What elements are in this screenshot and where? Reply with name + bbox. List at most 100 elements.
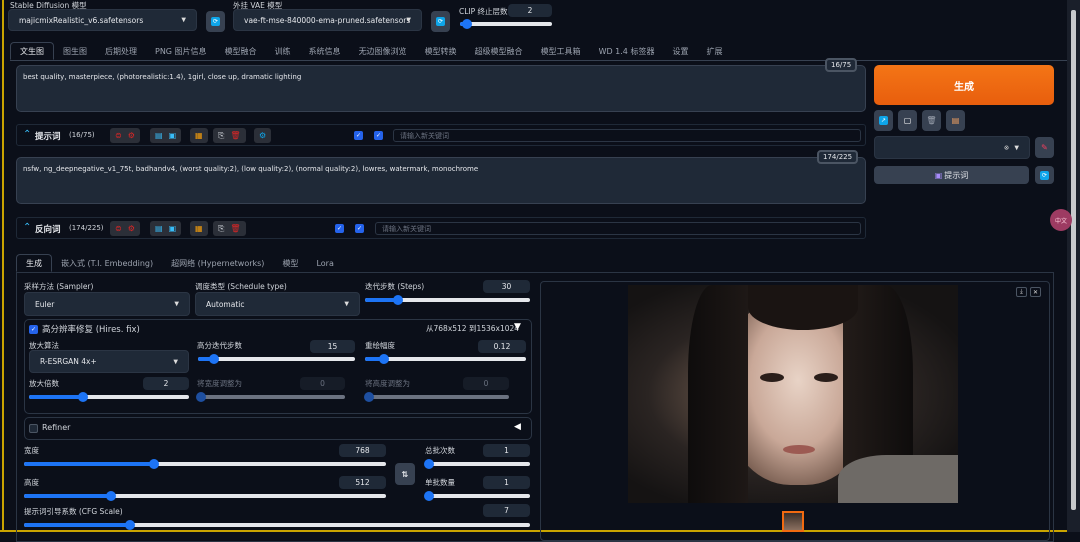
prompt-button[interactable]: ▣ 提示词 [874, 166, 1029, 184]
edit-style-button[interactable]: ✎ [1035, 137, 1054, 158]
width-label: 宽度 [24, 446, 39, 455]
settings-red-icon[interactable]: ⚙ [128, 224, 135, 233]
clipboard-icon: ▤ [951, 116, 960, 125]
generated-image[interactable] [628, 285, 958, 503]
steps-slider[interactable] [365, 295, 530, 305]
keyword-checkbox[interactable]: ✓ [374, 131, 383, 140]
collapse-icon[interactable]: ⌃ [23, 222, 31, 233]
steps-input[interactable]: 30 [483, 280, 530, 293]
negative-option-checkbox[interactable]: ✓ [335, 224, 344, 233]
swap-dimensions-button[interactable]: ⇅ [395, 463, 415, 485]
refresh-model-button[interactable]: ⟳ [206, 11, 225, 32]
subtab-0[interactable]: 生成 [16, 254, 52, 272]
clear-icon[interactable]: ⊜ [115, 131, 122, 140]
width-slider[interactable] [24, 459, 386, 469]
batch-size-slider[interactable] [424, 491, 530, 501]
hires-fix-checkbox[interactable]: ✓ [29, 325, 38, 334]
tab-4[interactable]: 模型融合 [216, 42, 266, 60]
schedule-dropdown[interactable]: Automatic ▼ [195, 292, 360, 316]
denoise-input[interactable]: 0.12 [478, 340, 526, 353]
tab-8[interactable]: 模型转换 [416, 42, 466, 60]
width-input[interactable]: 768 [339, 444, 386, 457]
upscaler-dropdown[interactable]: R-ESRGAN 4x+ ▼ [29, 350, 189, 373]
translate-badge[interactable]: 中文 [1050, 209, 1072, 231]
resize-width-slider[interactable] [195, 392, 345, 402]
tab-11[interactable]: WD 1.4 标签器 [590, 42, 664, 60]
tab-12[interactable]: 设置 [663, 42, 697, 60]
refresh-vae-button[interactable]: ⟳ [431, 11, 450, 32]
trash-icon[interactable]: 🗑 [230, 224, 240, 233]
sd-model-dropdown[interactable]: majicmixRealistic_v6.safetensors ▼ [8, 9, 197, 31]
paste-style-button[interactable]: ▤ [946, 110, 965, 131]
cfg-input[interactable]: 7 [483, 504, 530, 517]
clip-skip-input[interactable]: 2 [508, 4, 552, 17]
trash-icon[interactable]: 🗑 [230, 131, 240, 140]
subtab-4[interactable]: Lora [307, 254, 342, 272]
tab-9[interactable]: 超级模型融合 [466, 42, 532, 60]
hires-steps-slider[interactable] [198, 354, 355, 364]
save-icon[interactable]: ▣ [169, 131, 177, 140]
close-icon[interactable]: ✕ [1030, 287, 1041, 297]
batch-count-slider[interactable] [424, 459, 530, 469]
settings-red-icon[interactable]: ⚙ [128, 131, 135, 140]
tab-13[interactable]: 扩展 [697, 42, 731, 60]
prompt-textarea[interactable]: best quality, masterpiece, (photorealist… [16, 65, 866, 112]
subtab-3[interactable]: 模型 [273, 254, 307, 272]
refresh-button[interactable]: ⟳ [1035, 166, 1054, 184]
load-icon[interactable]: ▤ [155, 224, 163, 233]
subtab-2[interactable]: 超网络 (Hypernetworks) [162, 254, 273, 272]
load-icon[interactable]: ▤ [155, 131, 163, 140]
translate-icon[interactable]: ▦ [195, 131, 203, 140]
batch-size-input[interactable]: 1 [483, 476, 530, 489]
sampler-dropdown[interactable]: Euler ▼ [24, 292, 190, 316]
height-slider[interactable] [24, 491, 386, 501]
tab-3[interactable]: PNG 图片信息 [146, 42, 216, 60]
clear-style-button[interactable]: 🗑 [922, 110, 941, 131]
expand-triangle-icon[interactable]: ◀ [514, 422, 521, 432]
upscale-by-slider[interactable] [29, 392, 189, 402]
copy-icon[interactable]: ⎘ [218, 224, 224, 234]
height-input[interactable]: 512 [339, 476, 386, 489]
tab-6[interactable]: 系统信息 [300, 42, 350, 60]
download-icon[interactable]: ⤓ [1016, 287, 1027, 297]
style-dropdown[interactable]: ⊗ ▼ [874, 136, 1030, 159]
prompt-keyword-input[interactable]: 请输入新关键词 [393, 129, 861, 142]
page-scrollbar[interactable] [1067, 0, 1080, 532]
resize-width-input[interactable]: 0 [300, 377, 345, 390]
prompt-label: 提示词 [35, 132, 61, 142]
clip-skip-slider[interactable] [460, 19, 552, 29]
schedule-value: Automatic [206, 299, 245, 309]
save-icon[interactable]: ▣ [169, 224, 177, 233]
tab-5[interactable]: 训练 [266, 42, 300, 60]
translate-icon[interactable]: ▦ [195, 224, 203, 233]
negative-keyword-input[interactable]: 请输入新关键词 [375, 222, 861, 235]
apply-style-button[interactable]: ↗ [874, 110, 893, 131]
clear-icon[interactable]: ⊜ [115, 224, 122, 233]
copy-style-button[interactable]: ▢ [898, 110, 917, 131]
denoise-slider[interactable] [365, 354, 526, 364]
network-icon[interactable]: ⚙ [259, 131, 266, 140]
image-thumbnail[interactable] [782, 511, 804, 532]
tab-2[interactable]: 后期处理 [96, 42, 146, 60]
copy-icon[interactable]: ⎘ [218, 131, 224, 141]
collapse-triangle-icon[interactable]: ▼ [514, 322, 521, 332]
resize-height-input[interactable]: 0 [463, 377, 509, 390]
hires-steps-input[interactable]: 15 [310, 340, 355, 353]
clear-icon[interactable]: ⊗ [1004, 144, 1009, 151]
negative-prompt-textarea[interactable]: nsfw, ng_deepnegative_v1_75t, badhandv4,… [16, 157, 866, 204]
generate-button[interactable]: 生成 [874, 65, 1054, 105]
tab-1[interactable]: 图生图 [54, 42, 96, 60]
vae-dropdown[interactable]: vae-ft-mse-840000-ema-pruned.safetensors… [233, 9, 422, 31]
tab-7[interactable]: 无边图像浏览 [350, 42, 416, 60]
prompt-option-checkbox[interactable]: ✓ [354, 131, 363, 140]
tab-0[interactable]: 文生图 [10, 42, 54, 60]
upscale-by-input[interactable]: 2 [143, 377, 189, 390]
refiner-checkbox[interactable] [29, 424, 38, 433]
resize-height-slider[interactable] [363, 392, 509, 402]
collapse-icon[interactable]: ⌃ [23, 129, 31, 140]
tab-10[interactable]: 模型工具箱 [532, 42, 590, 60]
cfg-slider[interactable] [24, 520, 530, 530]
keyword-checkbox[interactable]: ✓ [355, 224, 364, 233]
subtab-1[interactable]: 嵌入式 (T.I. Embedding) [52, 254, 162, 272]
batch-count-input[interactable]: 1 [483, 444, 530, 457]
